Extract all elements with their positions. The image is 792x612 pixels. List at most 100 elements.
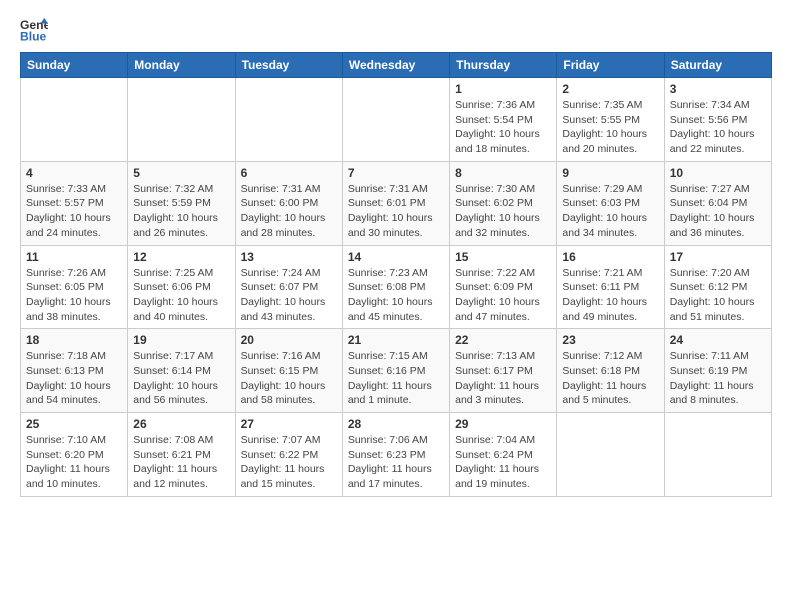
day-info: Sunrise: 7:04 AM Sunset: 6:24 PM Dayligh… <box>455 433 551 492</box>
day-info: Sunrise: 7:32 AM Sunset: 5:59 PM Dayligh… <box>133 182 229 241</box>
day-info: Sunrise: 7:18 AM Sunset: 6:13 PM Dayligh… <box>26 349 122 408</box>
day-number: 11 <box>26 250 122 264</box>
day-info: Sunrise: 7:20 AM Sunset: 6:12 PM Dayligh… <box>670 266 766 325</box>
day-info: Sunrise: 7:34 AM Sunset: 5:56 PM Dayligh… <box>670 98 766 157</box>
day-number: 25 <box>26 417 122 431</box>
calendar-cell: 28 Sunrise: 7:06 AM Sunset: 6:23 PM Dayli… <box>342 413 449 497</box>
day-number: 16 <box>562 250 658 264</box>
day-info: Sunrise: 7:15 AM Sunset: 6:16 PM Dayligh… <box>348 349 444 408</box>
calendar-cell: 18 Sunrise: 7:18 AM Sunset: 6:13 PM Dayli… <box>21 329 128 413</box>
calendar-cell <box>235 78 342 162</box>
day-info: Sunrise: 7:17 AM Sunset: 6:14 PM Dayligh… <box>133 349 229 408</box>
day-number: 24 <box>670 333 766 347</box>
svg-text:Blue: Blue <box>20 29 47 43</box>
day-number: 26 <box>133 417 229 431</box>
day-number: 7 <box>348 166 444 180</box>
day-info: Sunrise: 7:21 AM Sunset: 6:11 PM Dayligh… <box>562 266 658 325</box>
calendar-cell: 21 Sunrise: 7:15 AM Sunset: 6:16 PM Dayli… <box>342 329 449 413</box>
day-number: 3 <box>670 82 766 96</box>
calendar-cell: 7 Sunrise: 7:31 AM Sunset: 6:01 PM Daylig… <box>342 161 449 245</box>
calendar-cell: 13Sunrise: 7:24 AM Sunset: 6:07 PM Dayli… <box>235 245 342 329</box>
day-number: 15 <box>455 250 551 264</box>
day-header-wednesday: Wednesday <box>342 53 449 78</box>
calendar-cell <box>21 78 128 162</box>
calendar-cell: 8 Sunrise: 7:30 AM Sunset: 6:02 PM Daylig… <box>450 161 557 245</box>
calendar-cell: 14 Sunrise: 7:23 AM Sunset: 6:08 PM Dayli… <box>342 245 449 329</box>
day-info: Sunrise: 7:31 AM Sunset: 6:01 PM Dayligh… <box>348 182 444 241</box>
day-number: 1 <box>455 82 551 96</box>
calendar-body: 1 Sunrise: 7:36 AM Sunset: 5:54 PM Daylig… <box>21 78 772 497</box>
day-info: Sunrise: 7:24 AM Sunset: 6:07 PM Dayligh… <box>241 266 337 325</box>
day-header-monday: Monday <box>128 53 235 78</box>
day-number: 27 <box>241 417 337 431</box>
day-info: Sunrise: 7:08 AM Sunset: 6:21 PM Dayligh… <box>133 433 229 492</box>
day-number: 2 <box>562 82 658 96</box>
day-number: 17 <box>670 250 766 264</box>
day-info: Sunrise: 7:10 AM Sunset: 6:20 PM Dayligh… <box>26 433 122 492</box>
calendar-cell: 27 Sunrise: 7:07 AM Sunset: 6:22 PM Dayli… <box>235 413 342 497</box>
calendar-week-3: 11 Sunrise: 7:26 AM Sunset: 6:05 PM Dayli… <box>21 245 772 329</box>
calendar-cell: 2 Sunrise: 7:35 AM Sunset: 5:55 PM Daylig… <box>557 78 664 162</box>
calendar-cell <box>128 78 235 162</box>
calendar-week-1: 1 Sunrise: 7:36 AM Sunset: 5:54 PM Daylig… <box>21 78 772 162</box>
day-info: Sunrise: 7:27 AM Sunset: 6:04 PM Dayligh… <box>670 182 766 241</box>
day-header-saturday: Saturday <box>664 53 771 78</box>
calendar-week-2: 4 Sunrise: 7:33 AM Sunset: 5:57 PM Daylig… <box>21 161 772 245</box>
day-info: Sunrise: 7:36 AM Sunset: 5:54 PM Dayligh… <box>455 98 551 157</box>
day-info: Sunrise: 7:23 AM Sunset: 6:08 PM Dayligh… <box>348 266 444 325</box>
day-number: 9 <box>562 166 658 180</box>
day-header-tuesday: Tuesday <box>235 53 342 78</box>
day-number: 4 <box>26 166 122 180</box>
day-number: 12 <box>133 250 229 264</box>
day-info: Sunrise: 7:26 AM Sunset: 6:05 PM Dayligh… <box>26 266 122 325</box>
day-info: Sunrise: 7:30 AM Sunset: 6:02 PM Dayligh… <box>455 182 551 241</box>
calendar-week-5: 25 Sunrise: 7:10 AM Sunset: 6:20 PM Dayli… <box>21 413 772 497</box>
day-number: 29 <box>455 417 551 431</box>
day-info: Sunrise: 7:35 AM Sunset: 5:55 PM Dayligh… <box>562 98 658 157</box>
day-info: Sunrise: 7:33 AM Sunset: 5:57 PM Dayligh… <box>26 182 122 241</box>
calendar-header-row: SundayMondayTuesdayWednesdayThursdayFrid… <box>21 53 772 78</box>
calendar-cell <box>557 413 664 497</box>
day-number: 20 <box>241 333 337 347</box>
day-number: 28 <box>348 417 444 431</box>
day-info: Sunrise: 7:07 AM Sunset: 6:22 PM Dayligh… <box>241 433 337 492</box>
day-info: Sunrise: 7:12 AM Sunset: 6:18 PM Dayligh… <box>562 349 658 408</box>
calendar: SundayMondayTuesdayWednesdayThursdayFrid… <box>20 52 772 497</box>
calendar-cell: 25 Sunrise: 7:10 AM Sunset: 6:20 PM Dayli… <box>21 413 128 497</box>
day-info: Sunrise: 7:16 AM Sunset: 6:15 PM Dayligh… <box>241 349 337 408</box>
day-info: Sunrise: 7:13 AM Sunset: 6:17 PM Dayligh… <box>455 349 551 408</box>
calendar-cell: 17 Sunrise: 7:20 AM Sunset: 6:12 PM Dayli… <box>664 245 771 329</box>
logo-icon: General Blue <box>20 16 48 44</box>
calendar-cell: 1 Sunrise: 7:36 AM Sunset: 5:54 PM Daylig… <box>450 78 557 162</box>
calendar-cell: 9 Sunrise: 7:29 AM Sunset: 6:03 PM Daylig… <box>557 161 664 245</box>
calendar-cell: 24Sunrise: 7:11 AM Sunset: 6:19 PM Dayli… <box>664 329 771 413</box>
calendar-cell: 5 Sunrise: 7:32 AM Sunset: 5:59 PM Daylig… <box>128 161 235 245</box>
calendar-cell: 26 Sunrise: 7:08 AM Sunset: 6:21 PM Dayli… <box>128 413 235 497</box>
calendar-cell: 19Sunrise: 7:17 AM Sunset: 6:14 PM Dayli… <box>128 329 235 413</box>
day-number: 14 <box>348 250 444 264</box>
calendar-cell: 10Sunrise: 7:27 AM Sunset: 6:04 PM Dayli… <box>664 161 771 245</box>
day-header-sunday: Sunday <box>21 53 128 78</box>
day-number: 18 <box>26 333 122 347</box>
day-number: 21 <box>348 333 444 347</box>
day-info: Sunrise: 7:29 AM Sunset: 6:03 PM Dayligh… <box>562 182 658 241</box>
calendar-cell: 20 Sunrise: 7:16 AM Sunset: 6:15 PM Dayli… <box>235 329 342 413</box>
calendar-cell: 3 Sunrise: 7:34 AM Sunset: 5:56 PM Daylig… <box>664 78 771 162</box>
day-header-friday: Friday <box>557 53 664 78</box>
calendar-cell: 29 Sunrise: 7:04 AM Sunset: 6:24 PM Dayli… <box>450 413 557 497</box>
calendar-cell: 22Sunrise: 7:13 AM Sunset: 6:17 PM Dayli… <box>450 329 557 413</box>
day-number: 8 <box>455 166 551 180</box>
calendar-cell <box>342 78 449 162</box>
calendar-cell: 12Sunrise: 7:25 AM Sunset: 6:06 PM Dayli… <box>128 245 235 329</box>
header: General Blue <box>20 16 772 44</box>
calendar-cell: 16 Sunrise: 7:21 AM Sunset: 6:11 PM Dayli… <box>557 245 664 329</box>
calendar-week-4: 18 Sunrise: 7:18 AM Sunset: 6:13 PM Dayli… <box>21 329 772 413</box>
calendar-cell: 11 Sunrise: 7:26 AM Sunset: 6:05 PM Dayli… <box>21 245 128 329</box>
day-info: Sunrise: 7:31 AM Sunset: 6:00 PM Dayligh… <box>241 182 337 241</box>
day-number: 23 <box>562 333 658 347</box>
day-info: Sunrise: 7:06 AM Sunset: 6:23 PM Dayligh… <box>348 433 444 492</box>
day-header-thursday: Thursday <box>450 53 557 78</box>
day-number: 6 <box>241 166 337 180</box>
day-number: 5 <box>133 166 229 180</box>
day-info: Sunrise: 7:22 AM Sunset: 6:09 PM Dayligh… <box>455 266 551 325</box>
